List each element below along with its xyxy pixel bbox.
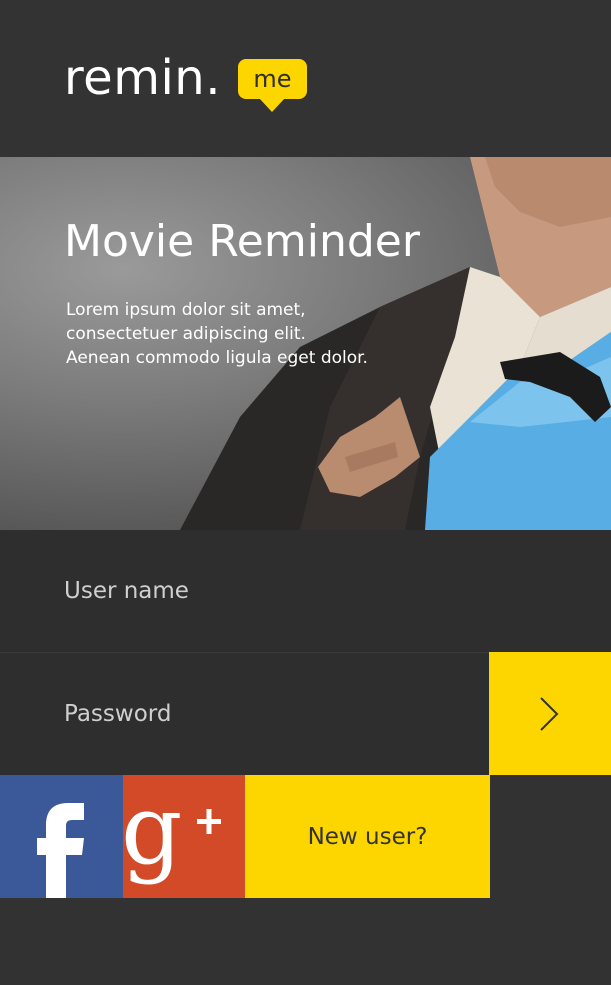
facebook-login-button[interactable]	[0, 775, 123, 898]
new-user-button[interactable]: New user?	[245, 775, 490, 898]
username-field-container	[0, 530, 611, 653]
hero-description-line: Lorem ipsum dolor sit amet,	[66, 300, 306, 320]
logo-text: remin.	[64, 50, 221, 106]
password-field-container	[0, 653, 489, 775]
chevron-right-icon	[540, 697, 559, 731]
facebook-icon	[37, 803, 84, 898]
logo-badge: me	[238, 59, 307, 99]
hero-description: Lorem ipsum dolor sit amet, consectetuer…	[66, 298, 426, 370]
username-input[interactable]	[0, 530, 611, 652]
hero-description-line: consectetuer adipiscing elit.	[66, 324, 306, 344]
hero-description-line: Aenean commodo ligula eget dolor.	[66, 348, 368, 368]
app-header: remin. me	[0, 0, 611, 157]
google-plus-login-button[interactable]: g	[123, 775, 245, 898]
hero-title: Movie Reminder	[64, 216, 420, 267]
logo-badge-tail	[259, 98, 285, 112]
password-input[interactable]	[0, 653, 489, 775]
submit-button[interactable]	[489, 652, 611, 775]
svg-text:g: g	[123, 775, 182, 886]
google-plus-icon: g	[123, 775, 221, 886]
hero-banner: Movie Reminder Lorem ipsum dolor sit ame…	[0, 157, 611, 530]
